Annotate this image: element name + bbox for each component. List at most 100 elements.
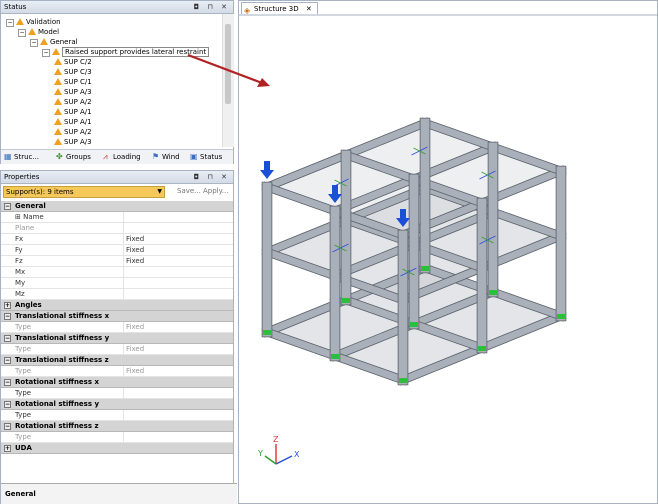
property-row[interactable]: Fz Fixed [1, 256, 233, 267]
load-arrow-shaft[interactable] [400, 209, 406, 219]
expand-toggle-icon[interactable]: + [4, 302, 11, 309]
tree-expander[interactable]: − [30, 39, 38, 47]
tree-expander[interactable]: − [18, 29, 26, 37]
property-key: Fz [15, 256, 124, 266]
property-grid: − General ⊞ Name Plane Fx Fixed Fy Fixed Fz Fixed… [1, 201, 233, 454]
property-value[interactable]: Fixed [126, 234, 144, 244]
tree-node-label: SUP A/3 [64, 138, 92, 146]
structure-model-canvas[interactable]: Z X Y [239, 16, 657, 504]
property-value[interactable]: Fixed [126, 344, 144, 354]
tree-node[interactable]: − Model [18, 27, 59, 37]
property-category[interactable]: − Rotational stiffness z [1, 421, 233, 432]
apply-button[interactable]: Apply... [203, 187, 228, 195]
properties-panel-window-buttons[interactable]: ◘ ⊓ ✕ [194, 171, 230, 183]
tree-node[interactable]: SUP A/1 [54, 117, 92, 127]
load-arrow-icon[interactable] [260, 170, 274, 179]
property-category[interactable]: − Translational stiffness y [1, 333, 233, 344]
property-value[interactable]: Fixed [126, 366, 144, 376]
status-tree[interactable]: − Validation − Model − General − Raised support… [1, 14, 221, 147]
property-row[interactable]: Type [1, 388, 233, 399]
save-button[interactable]: Save... [177, 187, 201, 195]
support-node[interactable] [421, 266, 429, 271]
property-category-label: Angles [15, 301, 42, 309]
expand-toggle-icon[interactable]: − [4, 203, 11, 210]
support-node[interactable] [331, 354, 339, 359]
property-row[interactable]: Type Fixed [1, 366, 233, 377]
tree-node[interactable]: SUP C/2 [54, 57, 92, 67]
tree-node[interactable]: SUP A/2 [54, 127, 92, 137]
tree-node[interactable]: SUP C/3 [54, 67, 92, 77]
tab-status[interactable]: ▣ Status [189, 151, 222, 163]
x-axis-label: X [294, 450, 300, 459]
property-value[interactable]: Fixed [126, 245, 144, 255]
tab-wind[interactable]: ⚑ Wind [151, 151, 180, 163]
property-row[interactable]: Type [1, 432, 233, 443]
property-row[interactable]: My [1, 278, 233, 289]
expand-toggle-icon[interactable]: + [4, 445, 11, 452]
expand-toggle-icon[interactable]: − [4, 379, 11, 386]
warning-icon [54, 78, 62, 85]
properties-panel-title: Properties ◘ ⊓ ✕ [1, 171, 233, 184]
property-row[interactable]: Type Fixed [1, 344, 233, 355]
selection-dropdown[interactable]: Support(s): 9 items ▼ [3, 186, 165, 198]
property-category[interactable]: + UDA [1, 443, 233, 454]
property-category[interactable]: − General [1, 201, 233, 212]
tree-node[interactable]: SUP C/1 [54, 77, 92, 87]
tree-node[interactable]: SUP A/2 [54, 97, 92, 107]
property-row[interactable]: Fy Fixed [1, 245, 233, 256]
expand-toggle-icon[interactable]: − [4, 335, 11, 342]
load-arrow-shaft[interactable] [264, 161, 270, 171]
support-node[interactable] [410, 322, 418, 327]
tree-expander[interactable]: − [6, 19, 14, 27]
property-category[interactable]: − Rotational stiffness y [1, 399, 233, 410]
property-key: Type [15, 410, 124, 420]
warning-icon [54, 108, 62, 115]
tree-node[interactable]: SUP A/1 [54, 107, 92, 117]
property-row[interactable]: Fx Fixed [1, 234, 233, 245]
property-row[interactable]: Type [1, 410, 233, 421]
expand-toggle-icon[interactable]: − [4, 423, 11, 430]
support-node[interactable] [342, 298, 350, 303]
close-icon[interactable]: ✕ [306, 5, 312, 13]
property-category-label: UDA [15, 444, 32, 452]
tree-node[interactable]: SUP A/3 [54, 137, 92, 147]
tree-node[interactable]: SUP A/3 [54, 87, 92, 97]
load-arrow-shaft[interactable] [332, 185, 338, 195]
tab-struc[interactable]: ▦ Struc... [3, 151, 39, 163]
tree-node[interactable]: − Validation [6, 17, 61, 27]
structure-3d-view[interactable]: ◈ Structure 3D ✕ Z X Y [238, 0, 658, 504]
expand-toggle-icon[interactable]: − [4, 401, 11, 408]
tree-node-label: SUP A/2 [64, 98, 92, 106]
property-category[interactable]: − Rotational stiffness x [1, 377, 233, 388]
expand-toggle-icon[interactable]: − [4, 357, 11, 364]
property-category[interactable]: − Translational stiffness z [1, 355, 233, 366]
support-node[interactable] [263, 330, 271, 335]
property-row[interactable]: Mz [1, 289, 233, 300]
tree-node-label: Validation [26, 18, 61, 26]
support-node[interactable] [489, 290, 497, 295]
expand-toggle-icon[interactable]: − [4, 313, 11, 320]
property-row[interactable]: ⊞ Name [1, 212, 233, 223]
tree-node[interactable]: − Raised support provides lateral restrai… [42, 47, 210, 57]
status-tree-scrollbar[interactable] [222, 14, 234, 147]
property-category[interactable]: + Angles [1, 300, 233, 311]
tab-label: Loading [113, 153, 141, 161]
support-node[interactable] [557, 314, 565, 319]
tab-groups[interactable]: ✤ Groups [55, 151, 91, 163]
status-panel-window-buttons[interactable]: ◘ ⊓ ✕ [194, 1, 230, 13]
property-row[interactable]: Plane [1, 223, 233, 234]
scrollbar-thumb[interactable] [225, 24, 231, 104]
property-key: Type [15, 344, 124, 354]
property-row[interactable]: Type Fixed [1, 322, 233, 333]
property-row[interactable]: Mx [1, 267, 233, 278]
tree-expander[interactable]: − [42, 49, 50, 57]
tab-loading[interactable]: ⩘ Loading [102, 151, 141, 163]
tree-node[interactable]: − General [30, 37, 78, 47]
property-value[interactable]: Fixed [126, 322, 144, 332]
support-node[interactable] [478, 346, 486, 351]
property-category[interactable]: − Translational stiffness x [1, 311, 233, 322]
frame-geometry [261, 117, 567, 386]
property-value[interactable]: Fixed [126, 256, 144, 266]
support-node[interactable] [399, 378, 407, 383]
property-category-label: Rotational stiffness x [15, 378, 99, 386]
